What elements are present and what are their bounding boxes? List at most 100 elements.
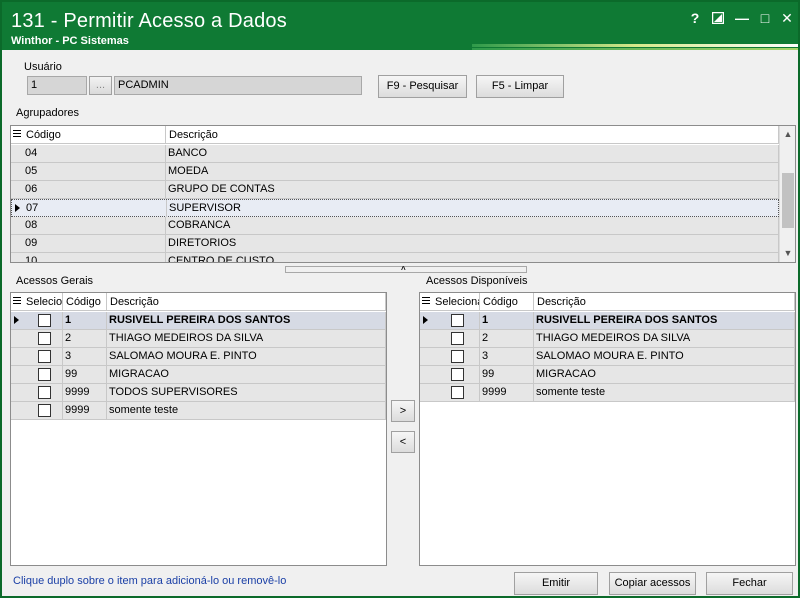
acessos-gerais-grid[interactable]: Selecionar Código Descrição 1RUSIVELL PE…	[10, 292, 387, 566]
select-cell	[23, 384, 63, 401]
access-code: 1	[480, 312, 534, 329]
select-checkbox[interactable]	[38, 314, 51, 327]
select-checkbox[interactable]	[38, 386, 51, 399]
acesso-geral-row[interactable]: 9999 TODOS SUPERVISORES	[11, 384, 386, 402]
row-indicator	[420, 348, 432, 365]
col-descricao[interactable]: Descrição	[166, 126, 779, 144]
emitir-button[interactable]: Emitir	[514, 572, 598, 595]
col-codigo[interactable]: Código	[480, 293, 534, 311]
agrupador-row[interactable]: 08 COBRANCA	[11, 217, 779, 235]
access-desc: THIAGO MEDEIROS DA SILVA	[534, 330, 795, 347]
acesso-geral-row[interactable]: 2 THIAGO MEDEIROS DA SILVA	[11, 330, 386, 348]
row-indicator	[11, 181, 23, 198]
select-checkbox[interactable]	[38, 404, 51, 417]
col-selecionar[interactable]: Selecionar	[432, 293, 480, 311]
agrupadores-grid[interactable]: Código Descrição 04 BANCO 05 MOEDA 06 GRUPO D…	[10, 125, 796, 263]
access-code: 3	[63, 348, 107, 365]
row-pointer-icon	[423, 316, 428, 324]
select-checkbox[interactable]	[451, 368, 464, 381]
edit-window-icon[interactable]	[709, 9, 727, 27]
select-checkbox[interactable]	[451, 314, 464, 327]
access-desc: somente teste	[534, 384, 795, 401]
agrupador-code: 06	[23, 181, 166, 198]
grid-columns-icon[interactable]	[13, 130, 21, 140]
user-lookup-button[interactable]: ...	[89, 76, 112, 95]
agrupador-code: 10	[23, 253, 166, 262]
select-checkbox[interactable]	[451, 386, 464, 399]
limpar-button[interactable]: F5 - Limpar	[476, 75, 564, 98]
row-indicator	[11, 384, 23, 401]
acessos-disponiveis-header: Selecionar Código Descrição	[420, 293, 795, 311]
scroll-down-icon[interactable]: ▼	[780, 245, 795, 262]
select-checkbox[interactable]	[38, 350, 51, 363]
select-cell	[23, 312, 63, 329]
col-descricao[interactable]: Descrição	[107, 293, 386, 311]
agrupadores-label: Agrupadores	[16, 107, 79, 119]
access-desc: TODOS SUPERVISORES	[107, 384, 386, 401]
pesquisar-button[interactable]: F9 - Pesquisar	[378, 75, 467, 98]
remove-access-button[interactable]: <	[391, 431, 415, 453]
row-indicator	[420, 366, 432, 383]
col-selecionar[interactable]: Selecionar	[23, 293, 63, 311]
panel-splitter[interactable]: ^	[285, 265, 527, 274]
row-indicator	[11, 163, 23, 180]
acesso-geral-row[interactable]: 1 RUSIVELL PEREIRA DOS SANTOS	[11, 312, 386, 330]
select-cell	[432, 384, 480, 401]
acesso-disponivel-row[interactable]: 9999 somente teste	[420, 384, 795, 402]
access-desc: RUSIVELL PEREIRA DOS SANTOS	[107, 312, 386, 329]
acesso-geral-row[interactable]: 99 MIGRACAO	[11, 366, 386, 384]
agrupador-desc: CENTRO DE CUSTO	[166, 253, 779, 262]
access-code: 2	[480, 330, 534, 347]
agrupador-desc: COBRANCA	[166, 217, 779, 234]
acesso-geral-row[interactable]: 9999 somente teste	[11, 402, 386, 420]
acessos-disponiveis-grid[interactable]: Selecionar Código Descrição 1RUSIVELL PE…	[419, 292, 796, 566]
grid-columns-icon[interactable]	[13, 297, 21, 307]
row-indicator	[11, 348, 23, 365]
select-checkbox[interactable]	[451, 332, 464, 345]
help-icon[interactable]: ?	[686, 9, 704, 27]
select-checkbox[interactable]	[38, 332, 51, 345]
access-code: 3	[480, 348, 534, 365]
scroll-up-icon[interactable]: ▲	[780, 126, 795, 143]
select-checkbox[interactable]	[38, 368, 51, 381]
access-code: 9999	[63, 384, 107, 401]
col-codigo[interactable]: Código	[63, 293, 107, 311]
acesso-disponivel-row[interactable]: 2 THIAGO MEDEIROS DA SILVA	[420, 330, 795, 348]
access-desc: THIAGO MEDEIROS DA SILVA	[107, 330, 386, 347]
fechar-button[interactable]: Fechar	[706, 572, 793, 595]
select-cell	[23, 348, 63, 365]
acesso-disponivel-row[interactable]: 1 RUSIVELL PEREIRA DOS SANTOS	[420, 312, 795, 330]
grid-columns-icon[interactable]	[422, 297, 430, 307]
access-desc: RUSIVELL PEREIRA DOS SANTOS	[534, 312, 795, 329]
acesso-disponivel-row[interactable]: 3 SALOMAO MOURA E. PINTO	[420, 348, 795, 366]
row-indicator	[420, 384, 432, 401]
row-indicator	[11, 145, 23, 162]
user-name-field[interactable]: PCADMIN	[114, 76, 362, 95]
col-descricao[interactable]: Descrição	[534, 293, 795, 311]
agrupador-row[interactable]: 05 MOEDA	[11, 163, 779, 181]
col-codigo[interactable]: Código	[23, 126, 166, 144]
select-cell	[432, 312, 480, 329]
add-access-button[interactable]: >	[391, 400, 415, 422]
maximize-icon[interactable]: □	[756, 9, 774, 27]
minimize-icon[interactable]: —	[733, 9, 751, 27]
agrupador-row[interactable]: 07 SUPERVISOR	[11, 199, 780, 217]
select-checkbox[interactable]	[451, 350, 464, 363]
agrupadores-scrollbar[interactable]: ▲ ▼	[779, 126, 795, 262]
title-decoration-stripe-2	[472, 48, 798, 50]
close-icon[interactable]: ✕	[778, 9, 796, 27]
agrupador-code: 08	[23, 217, 166, 234]
copiar-acessos-button[interactable]: Copiar acessos	[609, 572, 696, 595]
agrupador-row[interactable]: 10 CENTRO DE CUSTO	[11, 253, 779, 262]
agrupador-row[interactable]: 04 BANCO	[11, 145, 779, 163]
acesso-geral-row[interactable]: 3 SALOMAO MOURA E. PINTO	[11, 348, 386, 366]
acesso-disponivel-row[interactable]: 99 MIGRACAO	[420, 366, 795, 384]
scroll-thumb[interactable]	[782, 173, 794, 228]
access-desc: MIGRACAO	[107, 366, 386, 383]
agrupador-row[interactable]: 09 DIRETORIOS	[11, 235, 779, 253]
agrupador-desc: BANCO	[166, 145, 779, 162]
user-code-field[interactable]: 1	[27, 76, 87, 95]
select-cell	[23, 330, 63, 347]
row-indicator	[12, 200, 24, 217]
agrupador-row[interactable]: 06 GRUPO DE CONTAS	[11, 181, 779, 199]
